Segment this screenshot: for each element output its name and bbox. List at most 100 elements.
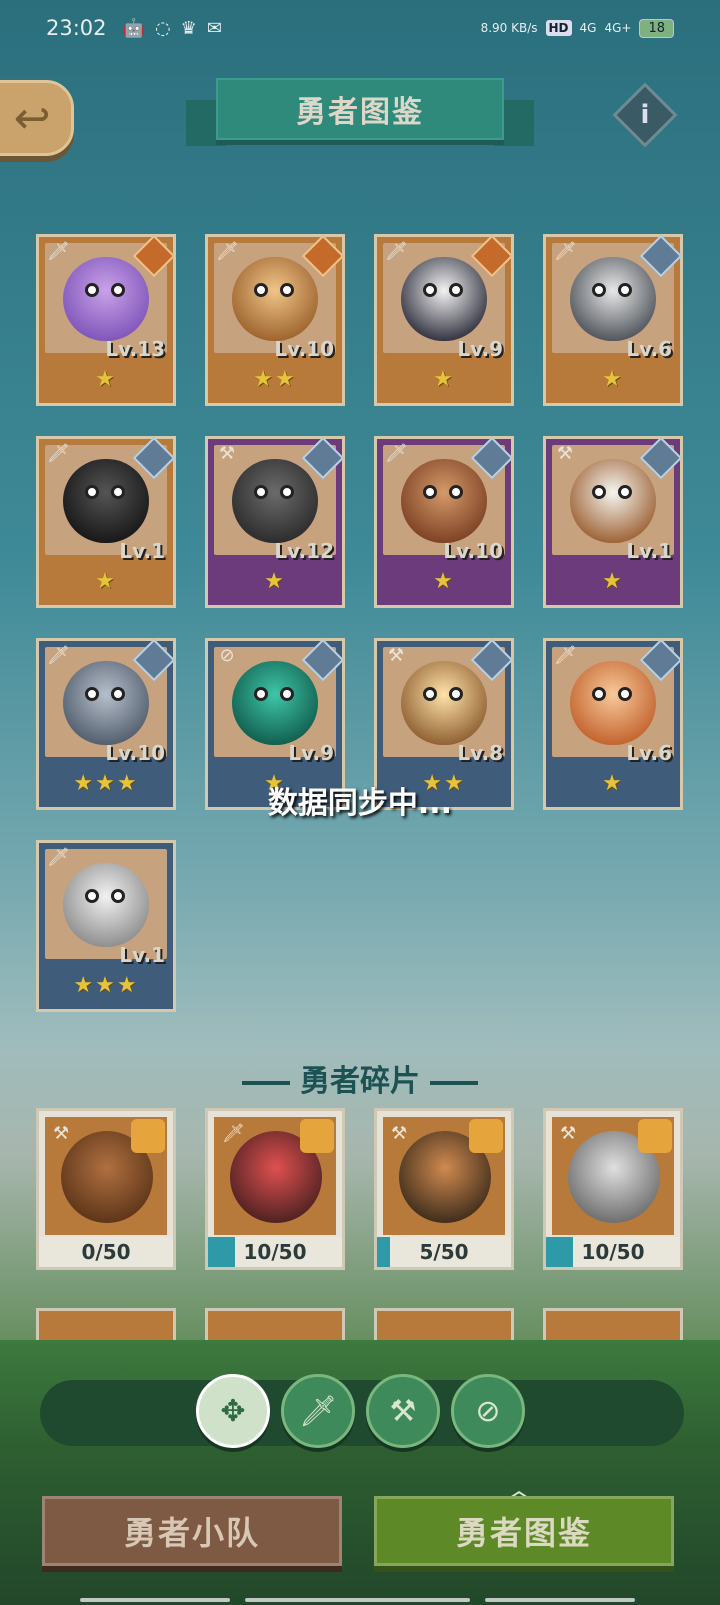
hammer-icon: ⚒ [389,1393,417,1429]
hero-eye [423,687,437,701]
sword-icon: 🗡 [385,443,408,464]
hero-card[interactable]: 🗡 Lv.10 ★ [374,436,514,608]
fragment-card[interactable]: 🗡 10/50 [205,1108,345,1270]
fragment-portrait: ⚒ [383,1117,505,1235]
hero-eye [111,889,125,903]
hero-level: Lv.8 [457,741,503,765]
hero-eye [618,283,632,297]
fragments-heading: 勇者碎片 [0,1056,720,1100]
fragment-card[interactable]: ⚒ 0/50 [36,1108,176,1270]
fragment-progress-fill [377,1237,391,1267]
filter-compass-button[interactable]: ⊘ [451,1374,525,1448]
hero-stars: ★ [95,367,117,392]
hero-stars: ★★ [253,367,297,392]
fragment-progress-fill [208,1237,235,1267]
hero-level: Lv.13 [105,337,165,361]
hero-level: Lv.10 [443,539,503,563]
robot-icon: 🤖 [122,17,145,39]
hammer-icon: ⚒ [218,443,236,464]
hero-stars: ★ [602,569,624,594]
hero-eye [85,283,99,297]
hero-card[interactable]: ⚒ Lv.1 ★ [543,436,683,608]
filter-sword-button[interactable]: 🗡 [281,1374,355,1448]
hero-level: Lv.1 [119,943,165,967]
home-indicator [245,1598,470,1602]
fragment-progress-text: 5/50 [419,1240,469,1264]
hero-face [63,863,149,947]
hero-eye [423,283,437,297]
back-arrow-icon: ↩ [13,92,51,144]
signal-4g: 4G [579,21,597,35]
fragment-grid: ⚒ 0/50 🗡 10/50 ⚒ 5/50 ⚒ 10/50 [36,1108,686,1270]
info-icon: i [640,100,650,130]
hero-face [63,257,149,341]
fragment-portrait: 🗡 [214,1117,336,1235]
puzzle-piece-icon [131,1119,165,1153]
hero-face [401,459,487,543]
hero-card[interactable]: 🗡 Lv.6 ★ [543,234,683,406]
compass-icon: ⊘ [219,645,235,666]
sword-icon: 🗡 [554,645,577,666]
hero-level: Lv.12 [274,539,334,563]
sync-status-text: 数据同步中... [267,786,453,821]
sword-icon: 🗡 [298,1393,338,1429]
fragment-portrait: ⚒ [552,1117,674,1235]
hammer-icon: ⚒ [560,1123,577,1144]
heading-divider-left [242,1080,290,1085]
hero-face [401,661,487,745]
hero-eye [423,485,437,499]
hero-level: Lv.6 [626,741,672,765]
wechat-icon: ✉ [206,17,222,39]
hero-stars: ★ [433,569,455,594]
puzzle-piece-icon [300,1119,334,1153]
puzzle-piece-icon [469,1119,503,1153]
hero-eye [592,687,606,701]
hero-stars: ★ [264,569,286,594]
hero-eye [254,485,268,499]
fragment-card[interactable]: ⚒ 5/50 [374,1108,514,1270]
hero-eye [85,889,99,903]
hero-card[interactable]: 🗡 Lv.1 ★★★ [36,840,176,1012]
hero-eye [111,485,125,499]
hero-card[interactable]: ⚒ Lv.12 ★ [205,436,345,608]
battery-indicator: 18 [639,18,674,38]
info-button[interactable]: i [612,82,678,148]
tab-hero-gallery[interactable]: 勇者图鉴 [374,1496,674,1566]
hero-card[interactable]: 🗡 Lv.13 ★ [36,234,176,406]
hero-stars: ★ [433,367,455,392]
filter-all-button[interactable]: ✥ [196,1374,270,1448]
hero-card[interactable]: 🗡 Lv.9 ★ [374,234,514,406]
hero-face [570,459,656,543]
sword-icon: 🗡 [47,645,70,666]
tab-hero-team[interactable]: 勇者小队 [42,1496,342,1566]
hero-eye [254,687,268,701]
sword-icon: 🗡 [554,241,577,262]
hero-eye [85,687,99,701]
status-notification-icons: 🤖 ◌ ♛ ✉ [123,18,222,39]
all-icon: ✥ [220,1393,246,1429]
sword-icon: 🗡 [385,241,408,262]
hero-level: Lv.10 [274,337,334,361]
status-right: 8.90 KB/s HD 4G 4G+ 18 [481,18,674,38]
hero-eye [618,485,632,499]
status-time: 23:02 [46,16,107,40]
fragment-card[interactable]: ⚒ 10/50 [543,1108,683,1270]
hero-stars: ★ [602,367,624,392]
hero-level: Lv.9 [288,741,334,765]
hero-card[interactable]: 🗡 Lv.1 ★ [36,436,176,608]
back-button[interactable]: ↩ [0,80,74,156]
fragments-heading-label: 勇者碎片 [300,1064,420,1099]
hero-eye [592,283,606,297]
crown-icon: ♛ [180,17,197,39]
filter-hammer-button[interactable]: ⚒ [366,1374,440,1448]
hero-stars: ★★★ [73,973,139,998]
status-bar: 23:02 🤖 ◌ ♛ ✉ 8.90 KB/s HD 4G 4G+ 18 [0,0,720,56]
hero-eye [85,485,99,499]
fragment-progress-bar: 0/50 [39,1237,173,1267]
sword-icon: 🗡 [47,847,70,868]
sword-icon: 🗡 [47,241,70,262]
hero-stars: ★ [95,569,117,594]
hero-card[interactable]: 🗡 Lv.10 ★★ [205,234,345,406]
hero-eye [449,687,463,701]
hero-level: Lv.6 [626,337,672,361]
